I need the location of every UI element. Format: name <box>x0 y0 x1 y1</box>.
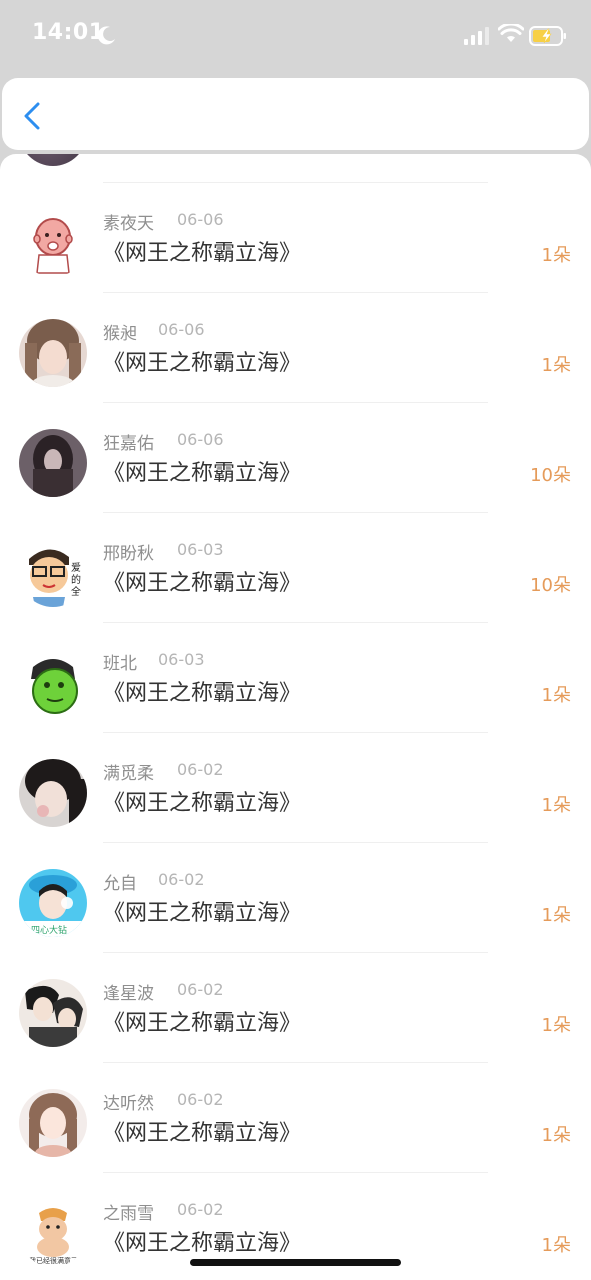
avatar[interactable] <box>19 649 87 717</box>
wifi-icon <box>497 22 525 44</box>
nav-bar <box>2 78 589 150</box>
avatar[interactable] <box>19 154 87 166</box>
avatar[interactable]: 四心大钻 <box>19 869 87 937</box>
avatar[interactable] <box>19 319 87 387</box>
book-title[interactable]: 《网王之称霸立海》 <box>103 1225 301 1257</box>
book-title[interactable]: 《网王之称霸立海》 <box>103 235 301 267</box>
avatar[interactable] <box>19 979 87 1047</box>
book-title[interactable]: 《网王之称霸立海》 <box>103 675 301 707</box>
avatar[interactable]: 爱 的 全 <box>19 539 87 607</box>
post-date: 06-02 <box>177 980 224 999</box>
post-date: 06-06 <box>158 320 205 339</box>
flower-count: 10朵 <box>530 465 571 486</box>
list-item[interactable]: 四心大钻 允自 06-02 《网王之称霸立海》 1朵 <box>0 843 591 953</box>
user-name: 邢盼秋 <box>103 544 154 564</box>
user-name: 之雨雪 <box>103 1204 154 1224</box>
status-time: 14:01 <box>32 20 105 45</box>
book-title[interactable]: 《网王之称霸立海》 <box>103 785 301 817</box>
svg-text:爱: 爱 <box>71 561 81 574</box>
flower-count: 10朵 <box>530 575 571 596</box>
status-bar: 14:01 <box>0 0 591 76</box>
user-name: 允自 <box>103 874 137 894</box>
signal-icon <box>464 27 490 45</box>
book-title[interactable]: 《网王之称霸立海》 <box>103 1005 301 1037</box>
list-item[interactable]: 达听然 06-02 《网王之称霸立海》 1朵 <box>0 1063 591 1173</box>
avatar[interactable] <box>19 429 87 497</box>
avatar[interactable] <box>19 1089 87 1157</box>
post-date: 06-02 <box>177 760 224 779</box>
battery-charging-icon <box>529 25 567 47</box>
avatar[interactable]: 我已经很满意了 <box>19 1199 87 1267</box>
user-name: 狂嘉佑 <box>103 434 154 454</box>
user-name: 满觅柔 <box>103 764 154 784</box>
book-title[interactable]: 《网王之称霸立海》 <box>103 895 301 927</box>
post-date: 06-02 <box>177 1200 224 1219</box>
svg-text:四心大钻: 四心大钻 <box>31 924 67 936</box>
moon-icon <box>96 24 118 46</box>
user-name: 猴昶 <box>103 324 137 344</box>
book-title[interactable]: 《网王之称霸立海》 <box>103 565 301 597</box>
user-name: 达听然 <box>103 1094 154 1114</box>
book-title[interactable]: 《网王之称霸立海》 <box>103 345 301 377</box>
avatar[interactable] <box>19 759 87 827</box>
chevron-left-icon <box>24 102 40 130</box>
user-name: 逢星波 <box>103 984 154 1004</box>
svg-text:全: 全 <box>71 585 81 598</box>
post-date: 06-06 <box>177 210 224 229</box>
user-name: 班北 <box>103 654 137 674</box>
list-item[interactable]: 爱 的 全 邢盼秋 06-03 《网王之称霸立海》 10朵 <box>0 513 591 623</box>
flower-count: 1朵 <box>541 1015 571 1036</box>
gift-record-list: 素夜天 06-06 《网王之称霸立海》 1朵 猴昶 06-06 《网王之称霸立海… <box>0 154 591 1280</box>
flower-count: 1朵 <box>541 795 571 816</box>
flower-count: 1朵 <box>541 685 571 706</box>
avatar[interactable] <box>19 209 87 277</box>
book-title[interactable]: 《网王之称霸立海》 <box>103 455 301 487</box>
post-date: 06-03 <box>158 650 205 669</box>
post-date: 06-03 <box>177 540 224 559</box>
list-item[interactable]: 猴昶 06-06 《网王之称霸立海》 1朵 <box>0 293 591 403</box>
book-title[interactable]: 《网王之称霸立海》 <box>103 1115 301 1147</box>
list-item[interactable]: 满觅柔 06-02 《网王之称霸立海》 1朵 <box>0 733 591 843</box>
home-indicator[interactable] <box>190 1259 401 1266</box>
list-item[interactable]: 素夜天 06-06 《网王之称霸立海》 1朵 <box>0 183 591 293</box>
svg-text:我已经很满意了: 我已经很满意了 <box>29 1256 78 1265</box>
post-date: 06-06 <box>177 430 224 449</box>
post-date: 06-02 <box>158 870 205 889</box>
flower-count: 1朵 <box>541 905 571 926</box>
post-date: 06-02 <box>177 1090 224 1109</box>
list-item[interactable]: 班北 06-03 《网王之称霸立海》 1朵 <box>0 623 591 733</box>
flower-count: 1朵 <box>541 245 571 266</box>
svg-text:的: 的 <box>71 573 81 586</box>
back-button[interactable] <box>16 96 50 136</box>
flower-count: 1朵 <box>541 1235 571 1256</box>
list-item[interactable]: 狂嘉佑 06-06 《网王之称霸立海》 10朵 <box>0 403 591 513</box>
flower-count: 1朵 <box>541 1125 571 1146</box>
list-item[interactable]: 逢星波 06-02 《网王之称霸立海》 1朵 <box>0 953 591 1063</box>
flower-count: 1朵 <box>541 355 571 376</box>
user-name: 素夜天 <box>103 214 154 234</box>
